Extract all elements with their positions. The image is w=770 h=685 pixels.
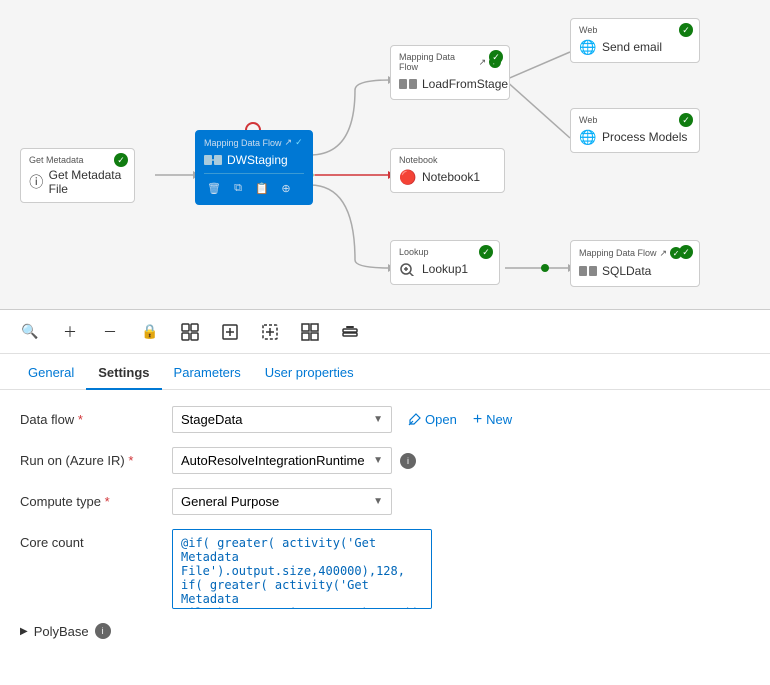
tab-parameters[interactable]: Parameters	[162, 357, 253, 390]
node-check-icon: ✓	[114, 153, 128, 167]
tab-settings[interactable]: Settings	[86, 357, 161, 390]
node-type-label: Web	[579, 115, 691, 125]
edit-icon	[408, 413, 421, 426]
tab-general[interactable]: General	[16, 357, 86, 390]
data-flow-label: Data flow *	[20, 412, 160, 427]
node-type-label: Notebook	[399, 155, 496, 165]
node-body: 🔴 Notebook1	[399, 168, 496, 186]
fit-view-button[interactable]	[176, 318, 204, 346]
node-body: ⓘ Get Metadata File	[29, 168, 126, 196]
run-on-dropdown[interactable]: AutoResolveIntegrationRuntime ▼	[172, 447, 392, 474]
node-type-label: Web	[579, 25, 691, 35]
canvas-toolbar: 🔍 ＋ － 🔒	[0, 310, 770, 354]
zoom-fit-button[interactable]	[216, 318, 244, 346]
compute-type-controls: General Purpose ▼	[172, 488, 750, 515]
open-link[interactable]: Open	[408, 412, 457, 427]
remove-button[interactable]: －	[96, 318, 124, 346]
node-type-label: Lookup	[399, 247, 491, 257]
required-star: *	[78, 412, 83, 427]
dropdown-arrow-icon-3: ▼	[373, 496, 383, 507]
node-icon	[399, 75, 417, 93]
expand-arrow-icon: ▶	[20, 626, 28, 637]
core-count-controls: @if( greater( activity('Get Metadata Fil…	[172, 529, 750, 609]
node-check-icon: ✓	[489, 50, 503, 64]
node-body: Lookup1	[399, 260, 491, 278]
node-icon: 🌐	[579, 38, 597, 56]
tabs-bar: General Settings Parameters User propert…	[0, 354, 770, 390]
lock-button[interactable]: 🔒	[136, 318, 164, 346]
add-btn[interactable]: ⊕	[276, 178, 296, 198]
polybase-row[interactable]: ▶ PolyBase i	[20, 623, 750, 639]
node-send-email[interactable]: Web 🌐 Send email ✓	[570, 18, 700, 63]
node-check-icon: ✓	[679, 23, 693, 37]
run-on-label: Run on (Azure IR) *	[20, 453, 160, 468]
node-body: SQLData	[579, 262, 691, 280]
node-get-metadata[interactable]: Get Metadata ⓘ Get Metadata File ✓	[20, 148, 135, 203]
copy-btn[interactable]: ⧉	[228, 178, 248, 198]
node-notebook1[interactable]: Notebook 🔴 Notebook1	[390, 148, 505, 193]
node-actions: 🗑 ⧉ 📋 ⊕	[204, 173, 304, 198]
data-flow-dropdown[interactable]: StageData ▼	[172, 406, 392, 433]
node-check-icon: ✓	[679, 113, 693, 127]
polybase-label: PolyBase	[34, 624, 89, 639]
pipeline-canvas[interactable]: Get Metadata ⓘ Get Metadata File ✓ Mappi…	[0, 0, 770, 310]
core-count-label: Core count	[20, 529, 160, 550]
node-lookup1[interactable]: Lookup Lookup1 ✓	[390, 240, 500, 285]
compute-type-row: Compute type * General Purpose ▼	[20, 488, 750, 515]
node-icon: ⓘ	[29, 173, 44, 191]
run-on-row: Run on (Azure IR) * AutoResolveIntegrati…	[20, 447, 750, 474]
data-flow-row: Data flow * StageData ▼ Open + New	[20, 406, 750, 433]
core-count-textarea[interactable]: @if( greater( activity('Get Metadata Fil…	[172, 529, 432, 609]
node-load-from-stage[interactable]: Mapping Data Flow ↗ ✓ LoadFromStage ✓	[390, 45, 510, 100]
node-check-icon: ✓	[479, 245, 493, 259]
compute-type-label: Compute type *	[20, 494, 160, 509]
node-body: LoadFromStage	[399, 75, 501, 93]
node-icon: 🌐	[579, 128, 597, 146]
add-button[interactable]: ＋	[56, 318, 84, 346]
paste-btn[interactable]: 📋	[252, 178, 272, 198]
layers-button[interactable]	[336, 318, 364, 346]
node-icon	[204, 151, 222, 169]
node-type-label: Get Metadata	[29, 155, 126, 165]
node-dw-staging[interactable]: Mapping Data Flow ↗ ✓ DWStaging 🗑 ⧉ 📋 ⊕	[195, 130, 313, 205]
delete-btn[interactable]: 🗑	[204, 178, 224, 198]
plus-icon: +	[473, 411, 482, 429]
grid-button[interactable]	[296, 318, 324, 346]
dropdown-arrow-icon: ▼	[373, 414, 383, 425]
node-icon: 🔴	[399, 168, 417, 186]
search-button[interactable]: 🔍	[16, 318, 44, 346]
required-star-2: *	[128, 453, 133, 468]
required-star-3: *	[105, 494, 110, 509]
polybase-info-icon[interactable]: i	[95, 623, 111, 639]
node-type-label: Mapping Data Flow ↗ ✓	[579, 247, 691, 259]
zoom-region-button[interactable]	[256, 318, 284, 346]
tab-user-properties[interactable]: User properties	[253, 357, 366, 390]
node-type-label: Mapping Data Flow ↗ ✓	[204, 137, 304, 148]
node-sql-data[interactable]: Mapping Data Flow ↗ ✓ SQLData ✓	[570, 240, 700, 287]
settings-panel: Data flow * StageData ▼ Open + New Run o…	[0, 390, 770, 655]
node-icon	[579, 262, 597, 280]
core-count-row: Core count @if( greater( activity('Get M…	[20, 529, 750, 609]
info-icon[interactable]: i	[400, 453, 416, 469]
node-icon	[399, 260, 417, 278]
dropdown-arrow-icon-2: ▼	[373, 455, 383, 466]
run-on-controls: AutoResolveIntegrationRuntime ▼ i	[172, 447, 750, 474]
node-type-label: Mapping Data Flow ↗ ✓	[399, 52, 501, 72]
data-flow-controls: StageData ▼ Open + New	[172, 406, 750, 433]
node-body: DWStaging	[204, 151, 304, 169]
node-body: 🌐 Process Models	[579, 128, 691, 146]
node-body: 🌐 Send email	[579, 38, 691, 56]
new-link[interactable]: + New	[473, 411, 512, 429]
node-process-models[interactable]: Web 🌐 Process Models ✓	[570, 108, 700, 153]
compute-type-dropdown[interactable]: General Purpose ▼	[172, 488, 392, 515]
node-check-icon: ✓	[679, 245, 693, 259]
